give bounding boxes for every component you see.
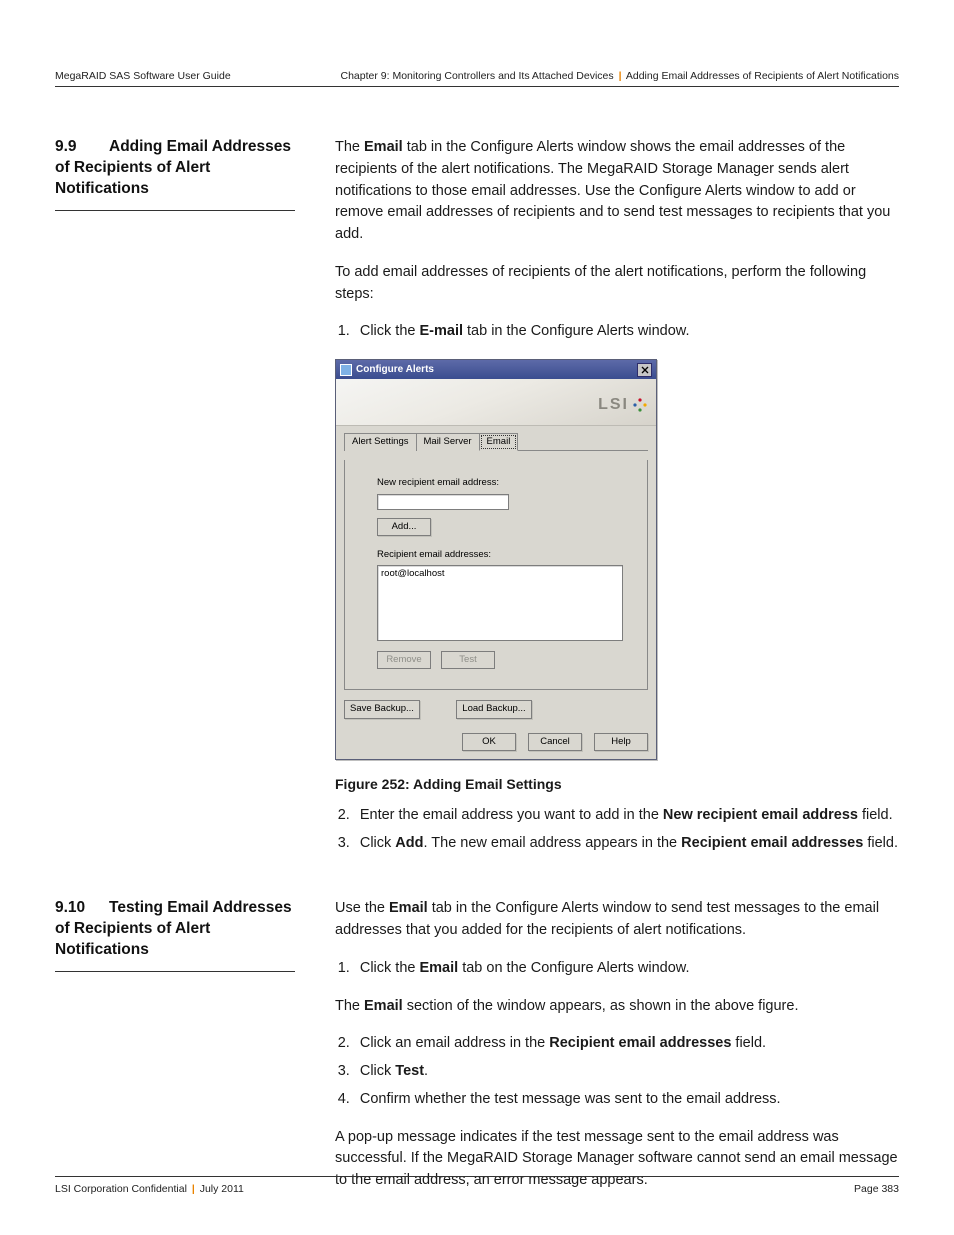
section-9-9-p1: The Email tab in the Configure Alerts wi… — [335, 137, 899, 246]
dialog-banner: LSI — [336, 379, 656, 426]
tab-mail-server[interactable]: Mail Server — [416, 433, 480, 451]
header-separator: | — [617, 70, 624, 82]
new-recipient-input[interactable] — [377, 494, 509, 510]
dialog-app-icon — [340, 364, 352, 376]
section-9-9-step2: Enter the email address you want to add … — [354, 805, 899, 827]
footer-separator: | — [190, 1183, 197, 1195]
save-backup-button[interactable]: Save Backup... — [344, 700, 420, 718]
section-9-10-step4: Confirm whether the test message was sen… — [354, 1089, 899, 1111]
dialog-title-text: Configure Alerts — [356, 362, 434, 377]
remove-button[interactable]: Remove — [377, 651, 431, 669]
tab-email[interactable]: Email — [479, 433, 519, 451]
section-9-10-number: 9.10 — [55, 898, 109, 919]
new-recipient-label: New recipient email address: — [377, 476, 615, 490]
tab-alert-settings[interactable]: Alert Settings — [344, 433, 417, 451]
figure-252-caption: Figure 252: Adding Email Settings — [335, 774, 899, 795]
lsi-logo: LSI — [598, 393, 648, 417]
header-left: MegaRAID SAS Software User Guide — [55, 70, 231, 82]
section-9-9-step3: Click Add. The new email address appears… — [354, 833, 899, 855]
header-section: Adding Email Addresses of Recipients of … — [626, 70, 899, 82]
section-9-9-p2: To add email addresses of recipients of … — [335, 262, 899, 306]
close-icon[interactable] — [637, 363, 652, 377]
dialog-titlebar: Configure Alerts — [336, 360, 656, 379]
email-panel: New recipient email address: Add... Reci… — [344, 460, 648, 690]
add-button[interactable]: Add... — [377, 518, 431, 536]
recipient-list-label: Recipient email addresses: — [377, 548, 615, 562]
help-button[interactable]: Help — [594, 733, 648, 751]
test-button[interactable]: Test — [441, 651, 495, 669]
header-rule — [55, 86, 899, 87]
footer-rule — [55, 1176, 899, 1177]
recipient-entry[interactable]: root@localhost — [381, 567, 619, 581]
footer-left: LSI Corporation Confidential | July 2011 — [55, 1183, 244, 1195]
section-9-10-step1: Click the Email tab on the Configure Ale… — [354, 958, 899, 980]
dialog-tabs: Alert Settings Mail Server Email — [344, 432, 648, 451]
header-chapter: Chapter 9: Monitoring Controllers and It… — [341, 70, 614, 82]
section-9-10-step2: Click an email address in the Recipient … — [354, 1033, 899, 1055]
ok-button[interactable]: OK — [462, 733, 516, 751]
section-9-10-p2: The Email section of the window appears,… — [335, 996, 899, 1018]
section-9-10-p1: Use the Email tab in the Configure Alert… — [335, 898, 899, 942]
configure-alerts-dialog: Configure Alerts LSI — [335, 359, 657, 760]
section-9-10-step3: Click Test. — [354, 1061, 899, 1083]
header-right: Chapter 9: Monitoring Controllers and It… — [341, 70, 900, 82]
section-9-10-heading: 9.10Testing Email Addresses of Recipient… — [55, 898, 295, 972]
section-9-9-number: 9.9 — [55, 137, 109, 158]
footer-page: Page 383 — [854, 1183, 899, 1195]
load-backup-button[interactable]: Load Backup... — [456, 700, 532, 718]
section-9-9-step1: Click the E-mail tab in the Configure Al… — [354, 321, 899, 343]
section-9-9-heading: 9.9Adding Email Addresses of Recipients … — [55, 137, 295, 211]
cancel-button[interactable]: Cancel — [528, 733, 582, 751]
recipient-list[interactable]: root@localhost — [377, 565, 623, 641]
